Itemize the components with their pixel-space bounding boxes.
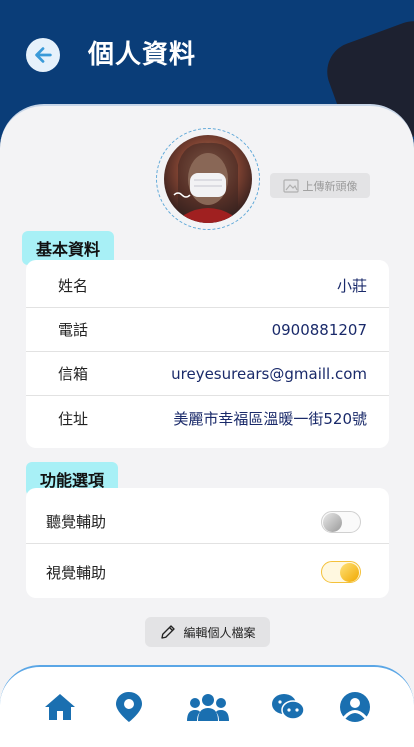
info-label: 信箱 (58, 365, 89, 383)
nav-chat[interactable] (270, 689, 306, 725)
upload-avatar-button[interactable]: 上傳新頭像 (270, 173, 370, 198)
nav-home[interactable] (42, 689, 78, 725)
upload-avatar-label: 上傳新頭像 (302, 179, 358, 193)
option-label: 聽覺輔助 (46, 513, 107, 531)
info-value: ureyesurears@gmaill.com (171, 364, 367, 383)
info-label: 電話 (58, 321, 89, 339)
info-value: 0900881207 (271, 320, 367, 339)
info-row-email: 信箱 ureyesurears@gmaill.com (26, 352, 389, 396)
info-label: 住址 (58, 409, 89, 428)
home-icon (45, 694, 75, 720)
info-row-name: 姓名 小莊 (26, 264, 389, 308)
nav-location[interactable] (111, 689, 147, 725)
hearing-aid-toggle[interactable] (321, 510, 361, 533)
vision-aid-toggle[interactable] (321, 561, 361, 583)
arrow-left-icon (35, 47, 52, 63)
info-value: 美麗市幸福區溫暖一街520號 (173, 409, 367, 428)
group-icon (187, 694, 229, 721)
nav-community[interactable] (186, 689, 230, 725)
info-label: 姓名 (58, 277, 89, 295)
chat-icon (272, 694, 305, 720)
option-row-vision-aid: 視覺輔助 (26, 550, 389, 594)
edit-profile-label: 編輯個人檔案 (183, 625, 256, 640)
page-title: 個人資料 (88, 40, 197, 70)
options-panel: 聽覺輔助 視覺輔助 (26, 488, 389, 598)
avatar (164, 135, 252, 223)
location-pin-icon (116, 692, 142, 722)
info-row-address: 住址 美麗市幸福區溫暖一街520號 (26, 396, 389, 440)
option-row-hearing-aid: 聽覺輔助 (26, 500, 389, 544)
back-button[interactable] (26, 38, 60, 72)
info-row-phone: 電話 0900881207 (26, 308, 389, 352)
basic-info-panel: 姓名 小莊 電話 0900881207 信箱 ureyesurears@gmai… (26, 260, 389, 448)
avatar-frame[interactable] (156, 128, 260, 230)
nav-profile[interactable] (337, 689, 373, 725)
pencil-icon (161, 625, 176, 639)
bottom-nav (0, 665, 414, 747)
profile-icon (340, 692, 370, 722)
option-label: 視覺輔助 (46, 563, 107, 582)
image-icon (282, 178, 299, 193)
edit-profile-button[interactable]: 編輯個人檔案 (145, 617, 270, 647)
info-value: 小莊 (336, 277, 367, 295)
